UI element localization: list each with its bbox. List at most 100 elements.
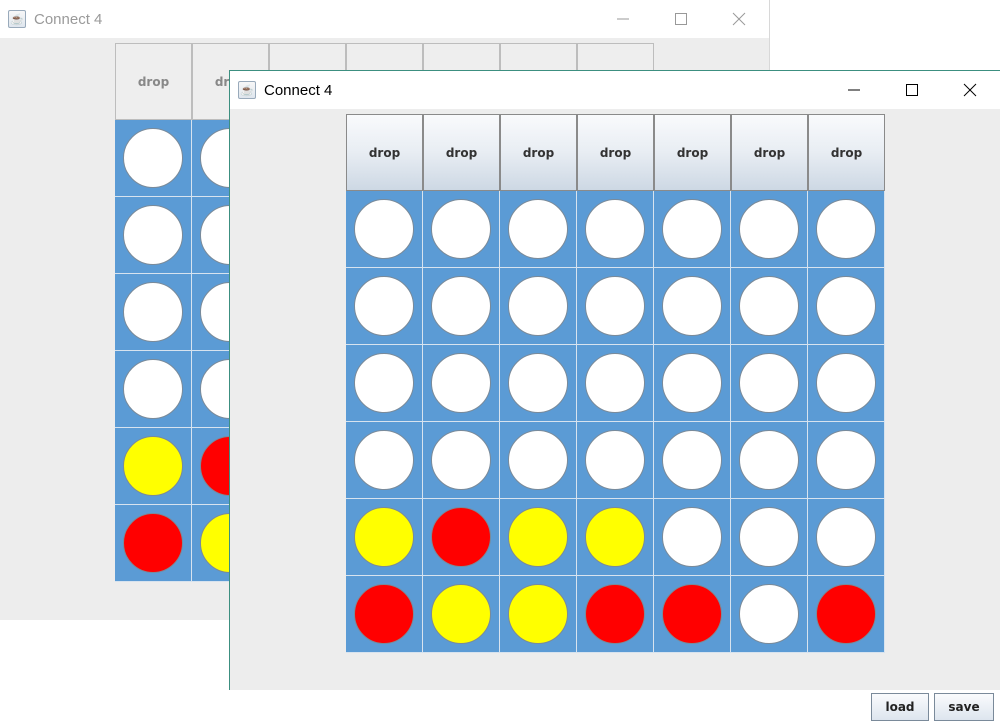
board-cell — [500, 345, 577, 422]
empty-disc — [354, 353, 414, 413]
minimize-icon[interactable] — [594, 0, 652, 38]
board-cell — [731, 345, 808, 422]
empty-disc — [662, 276, 722, 336]
board-cell — [346, 422, 423, 499]
board-cell — [577, 191, 654, 268]
empty-disc — [585, 199, 645, 259]
board-cell — [423, 191, 500, 268]
save-button[interactable]: save — [934, 693, 994, 721]
board-cell — [423, 422, 500, 499]
empty-disc — [585, 353, 645, 413]
minimize-icon[interactable] — [825, 71, 883, 109]
yellow-disc — [508, 507, 568, 567]
drop-button-row: drop drop drop drop drop drop drop — [346, 114, 885, 191]
board-cell — [731, 191, 808, 268]
back-titlebar[interactable]: ☕ Connect 4 — [0, 0, 769, 38]
board-cell — [500, 576, 577, 653]
red-disc — [123, 513, 183, 573]
empty-disc — [816, 507, 876, 567]
front-window: ☕ Connect 4 drop drop drop drop drop drop drop… — [229, 70, 1000, 721]
board-cell — [423, 268, 500, 345]
empty-disc — [739, 430, 799, 490]
board-cell — [731, 499, 808, 576]
board-cell — [500, 268, 577, 345]
board-cell — [423, 499, 500, 576]
board-cell — [808, 499, 885, 576]
board-cell — [808, 191, 885, 268]
board-cell — [423, 576, 500, 653]
board-cell — [654, 268, 731, 345]
board-grid — [346, 191, 885, 653]
front-window-title: Connect 4 — [264, 81, 333, 99]
empty-disc — [354, 276, 414, 336]
drop-button-col-4[interactable]: drop — [577, 114, 654, 191]
empty-disc — [123, 205, 183, 265]
board-cell — [577, 499, 654, 576]
board-cell — [577, 345, 654, 422]
back-window-title: Connect 4 — [34, 10, 103, 28]
empty-disc — [508, 430, 568, 490]
close-icon[interactable] — [710, 0, 768, 38]
board-cell — [346, 576, 423, 653]
empty-disc — [739, 199, 799, 259]
board-cell — [731, 576, 808, 653]
board-cell — [731, 422, 808, 499]
empty-disc — [739, 276, 799, 336]
empty-disc — [123, 359, 183, 419]
empty-disc — [662, 353, 722, 413]
empty-disc — [816, 199, 876, 259]
board-cell — [731, 268, 808, 345]
drop-button-col-1[interactable]: drop — [346, 114, 423, 191]
back-board-cell — [115, 428, 192, 505]
close-icon[interactable] — [941, 71, 999, 109]
load-button[interactable]: load — [871, 693, 929, 721]
empty-disc — [123, 128, 183, 188]
drop-button-col-2[interactable]: drop — [423, 114, 500, 191]
back-board-cell — [115, 274, 192, 351]
board-cell — [346, 191, 423, 268]
empty-disc — [123, 282, 183, 342]
board-cell — [500, 499, 577, 576]
board-cell — [654, 345, 731, 422]
drop-button-col-3[interactable]: drop — [500, 114, 577, 191]
empty-disc — [662, 199, 722, 259]
yellow-disc — [431, 584, 491, 644]
board-cell — [808, 576, 885, 653]
back-board-cell — [115, 505, 192, 582]
back-drop-button-col-1[interactable]: drop — [115, 43, 192, 120]
java-coffee-icon: ☕ — [238, 81, 256, 99]
back-board-cell — [115, 197, 192, 274]
empty-disc — [354, 430, 414, 490]
yellow-disc — [123, 436, 183, 496]
board-cell — [654, 499, 731, 576]
empty-disc — [816, 353, 876, 413]
front-content: drop drop drop drop drop drop drop load save — [230, 109, 1000, 721]
maximize-icon[interactable] — [652, 0, 710, 38]
board-cell — [654, 191, 731, 268]
back-board-cell — [115, 351, 192, 428]
front-titlebar[interactable]: ☕ Connect 4 — [230, 71, 1000, 109]
back-board-cell — [115, 120, 192, 197]
empty-disc — [816, 276, 876, 336]
empty-disc — [354, 199, 414, 259]
board-cell — [500, 422, 577, 499]
board-cell — [423, 345, 500, 422]
empty-disc — [816, 430, 876, 490]
drop-button-col-5[interactable]: drop — [654, 114, 731, 191]
board-cell — [577, 268, 654, 345]
red-disc — [431, 507, 491, 567]
maximize-icon[interactable] — [883, 71, 941, 109]
red-disc — [662, 584, 722, 644]
empty-disc — [662, 430, 722, 490]
drop-button-col-7[interactable]: drop — [808, 114, 885, 191]
board-cell — [808, 345, 885, 422]
empty-disc — [585, 276, 645, 336]
yellow-disc — [585, 507, 645, 567]
board-cell — [346, 345, 423, 422]
yellow-disc — [354, 507, 414, 567]
empty-disc — [431, 430, 491, 490]
board-cell — [654, 422, 731, 499]
drop-button-col-6[interactable]: drop — [731, 114, 808, 191]
board-cell — [346, 268, 423, 345]
board-cell — [654, 576, 731, 653]
